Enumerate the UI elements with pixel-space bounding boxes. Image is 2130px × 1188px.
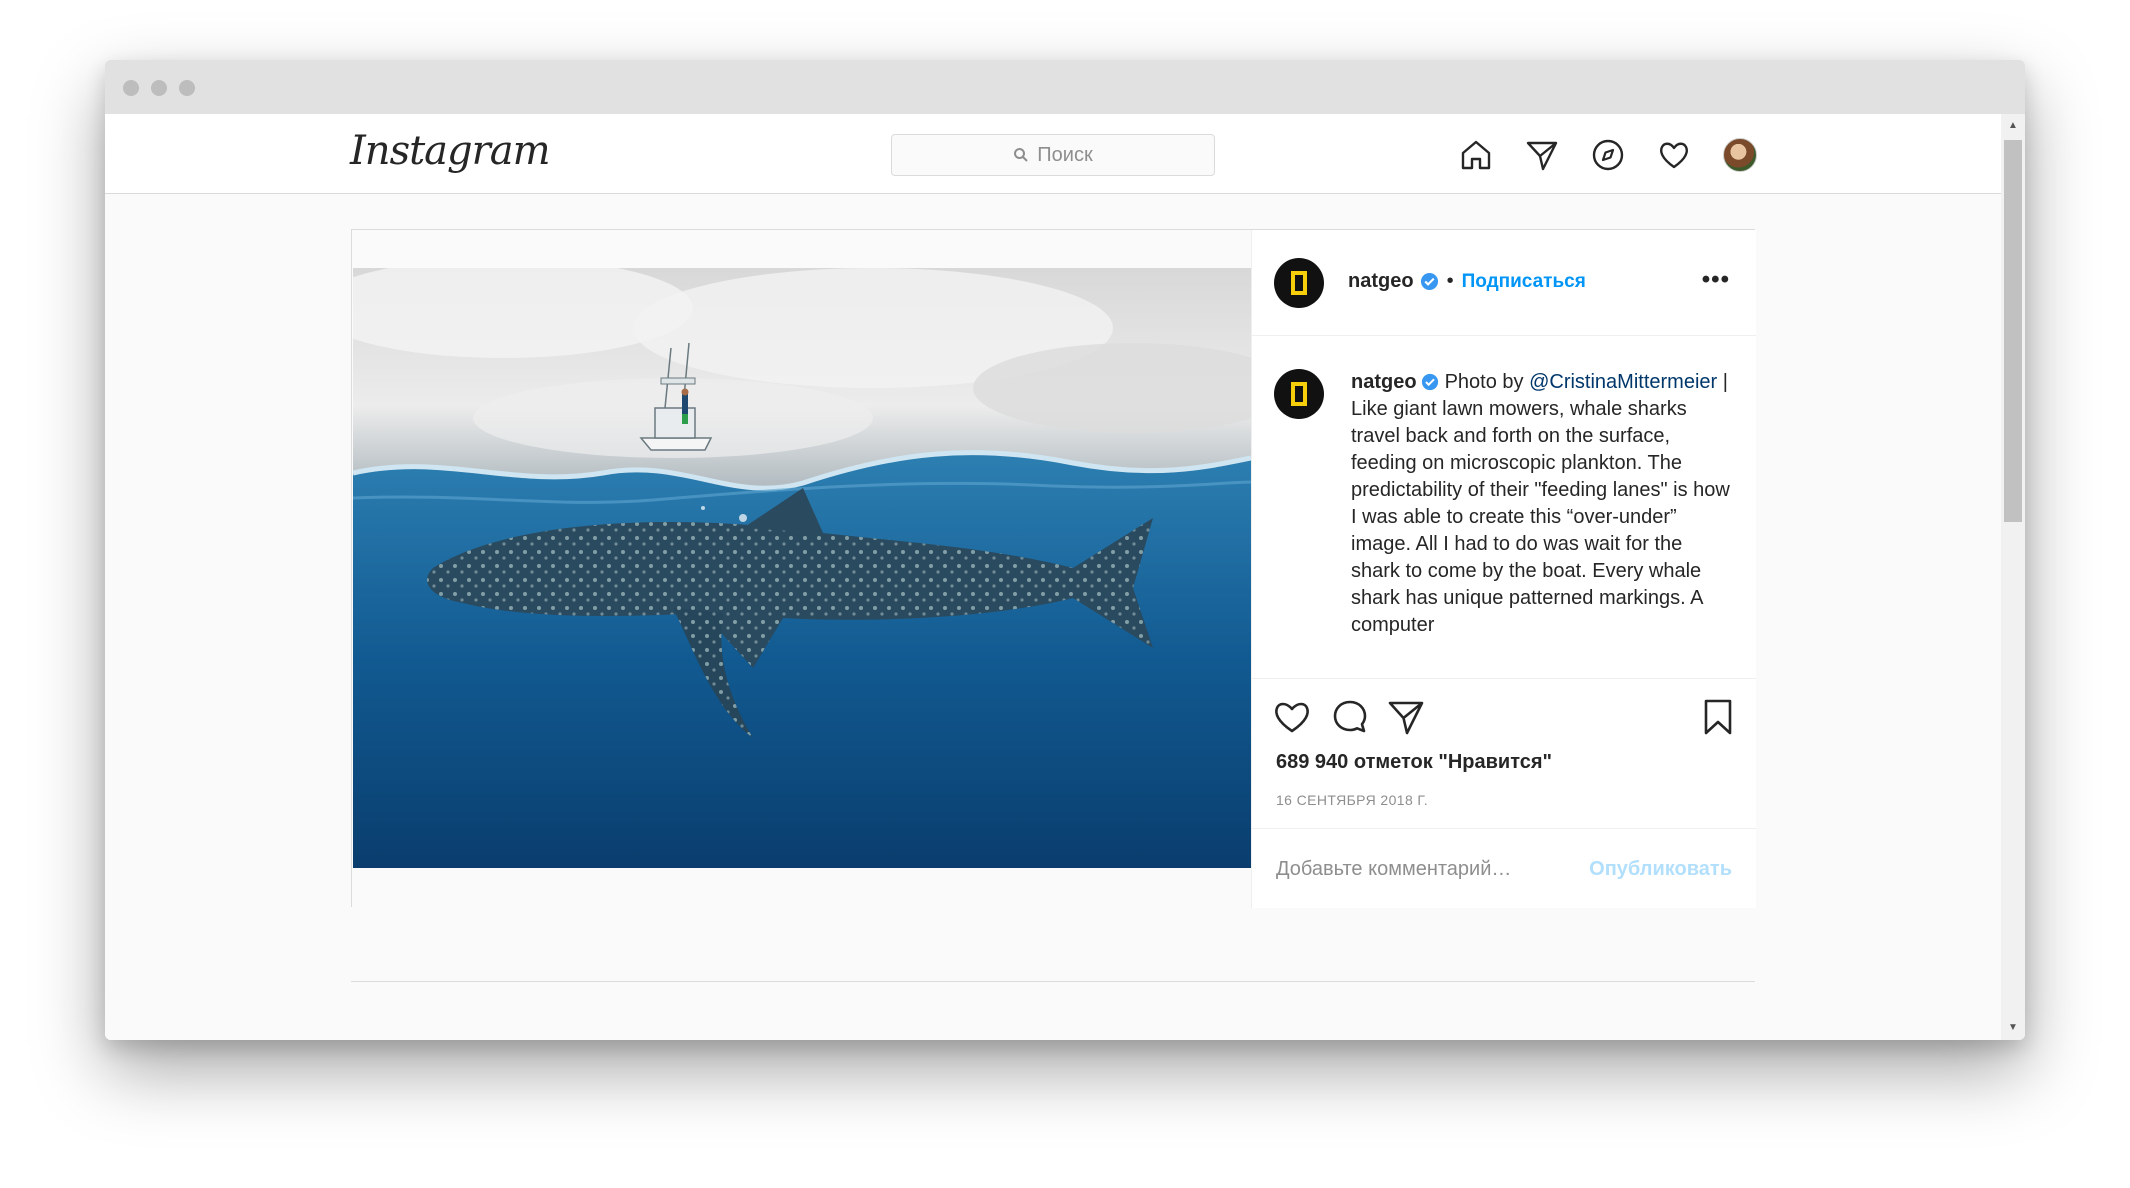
post-media <box>352 230 1251 908</box>
caption-username[interactable]: natgeo <box>1351 371 1417 393</box>
post-sidebar: natgeo • Подписаться ••• natgeo Photo by … <box>1251 230 1756 908</box>
search-icon <box>1014 148 1028 162</box>
verified-badge-icon <box>1420 272 1438 291</box>
natgeo-logo-icon <box>1291 382 1307 406</box>
vertical-scrollbar[interactable]: ▲ ▼ <box>2001 114 2025 1040</box>
post-author: natgeo • Подписаться <box>1348 270 1586 293</box>
close-window-button[interactable] <box>123 80 139 96</box>
post-date[interactable]: 16 СЕНТЯБРЯ 2018 Г. <box>1276 792 1428 808</box>
follow-button[interactable]: Подписаться <box>1462 271 1586 293</box>
comment-input[interactable]: Добавьте комментарий… <box>1276 858 1511 881</box>
caption-area: natgeo Photo by @CristinaMittermeier | Li… <box>1252 337 1756 677</box>
home-icon[interactable] <box>1455 134 1497 176</box>
share-direct-icon[interactable] <box>1386 697 1426 737</box>
minimize-window-button[interactable] <box>151 80 167 96</box>
search-input[interactable]: Поиск <box>891 134 1215 176</box>
activity-heart-icon[interactable] <box>1653 134 1695 176</box>
explore-icon[interactable] <box>1587 134 1629 176</box>
post-header: natgeo • Подписаться ••• <box>1252 230 1756 336</box>
scroll-thumb[interactable] <box>2004 140 2022 522</box>
avatar <box>1723 138 1757 172</box>
whale-shark-photo[interactable] <box>353 268 1251 868</box>
top-navigation: Instagram Поиск <box>105 114 2001 194</box>
caption-mention-link[interactable]: @CristinaMittermeier <box>1529 371 1717 393</box>
feed-divider <box>351 981 1755 982</box>
profile-avatar[interactable] <box>1719 134 1761 176</box>
caption-text: | Like giant lawn mowers, whale sharks t… <box>1351 371 1730 636</box>
comment-icon[interactable] <box>1330 697 1370 737</box>
post-caption: natgeo Photo by @CristinaMittermeier | Li… <box>1351 369 1731 639</box>
scroll-down-arrow-icon[interactable]: ▼ <box>2001 1016 2025 1040</box>
natgeo-logo-icon <box>1291 271 1307 295</box>
verified-badge-icon <box>1421 373 1438 391</box>
title-bar <box>105 60 2025 114</box>
search-placeholder: Поиск <box>1037 143 1093 166</box>
publish-button[interactable]: Опубликовать <box>1589 858 1732 881</box>
like-heart-icon[interactable] <box>1272 697 1312 737</box>
save-bookmark-icon[interactable] <box>1698 697 1738 737</box>
page-viewport: Instagram Поиск natgeo • Подписаться •••… <box>105 114 2001 1040</box>
instagram-logo[interactable]: Instagram <box>350 128 551 174</box>
separator-dot: • <box>1446 270 1454 292</box>
scroll-up-arrow-icon[interactable]: ▲ <box>2001 114 2025 138</box>
direct-icon[interactable] <box>1521 134 1563 176</box>
caption-prefix: Photo by <box>1444 371 1524 393</box>
natgeo-avatar[interactable] <box>1274 258 1324 308</box>
nav-icons <box>1455 134 1785 176</box>
likes-count[interactable]: 689 940 отметок "Нравится" <box>1276 751 1552 774</box>
more-options-icon[interactable]: ••• <box>1702 266 1730 294</box>
post-actions: 689 940 отметок "Нравится" 16 СЕНТЯБРЯ 2… <box>1252 678 1756 828</box>
author-username[interactable]: natgeo <box>1348 270 1414 293</box>
post-card: natgeo • Подписаться ••• natgeo Photo by … <box>351 229 1756 908</box>
comment-box: Добавьте комментарий… Опубликовать <box>1252 828 1756 908</box>
maximize-window-button[interactable] <box>179 80 195 96</box>
browser-window: Instagram Поиск natgeo • Подписаться •••… <box>105 60 2025 1040</box>
caption-avatar[interactable] <box>1274 369 1324 419</box>
